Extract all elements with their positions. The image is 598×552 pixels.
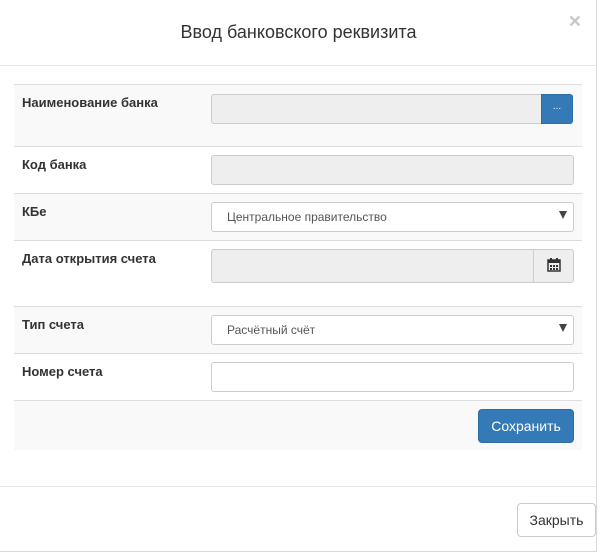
bank-code-input[interactable] xyxy=(211,155,574,185)
dialog-footer: Закрыть xyxy=(0,486,597,552)
account-type-select[interactable]: Расчётный счёт xyxy=(211,315,574,345)
kbe-label: КБе xyxy=(22,204,47,219)
row-save: Сохранить xyxy=(14,400,582,450)
account-type-label: Тип счета xyxy=(22,317,84,332)
account-number-input[interactable] xyxy=(211,362,574,392)
account-number-label: Номер счета xyxy=(22,364,103,379)
calendar-icon xyxy=(547,258,561,272)
open-date-input[interactable] xyxy=(211,249,574,283)
dialog-header: Ввод банковского реквизита × xyxy=(0,0,597,66)
date-picker-button[interactable] xyxy=(533,250,573,282)
kbe-select[interactable]: Центральное правительство xyxy=(211,202,574,232)
bank-details-form: Наименование банка ... Код банка КБе Цен… xyxy=(14,84,582,450)
row-account-type: Тип счета Расчётный счёт xyxy=(14,306,582,353)
row-account-number: Номер счета xyxy=(14,353,582,400)
dialog-title: Ввод банковского реквизита xyxy=(180,22,417,42)
save-button[interactable]: Сохранить xyxy=(478,409,574,443)
bank-name-label: Наименование банка xyxy=(22,95,158,110)
row-bank-code: Код банка xyxy=(14,146,582,193)
row-open-date: Дата открытия счета xyxy=(14,240,582,306)
row-bank-name: Наименование банка ... xyxy=(14,84,582,146)
chevron-down-icon xyxy=(559,324,567,332)
row-kbe: КБе Центральное правительство xyxy=(14,193,582,240)
chevron-down-icon xyxy=(559,211,567,219)
close-icon[interactable]: × xyxy=(569,11,581,32)
open-date-label: Дата открытия счета xyxy=(22,251,156,266)
kbe-selected-value: Центральное правительство xyxy=(227,210,387,224)
close-button[interactable]: Закрыть xyxy=(517,503,596,537)
account-type-selected-value: Расчётный счёт xyxy=(227,323,316,337)
bank-code-label: Код банка xyxy=(22,157,87,172)
bank-browse-button[interactable]: ... xyxy=(541,94,573,124)
bank-details-dialog: Ввод банковского реквизита × Наименовани… xyxy=(0,0,597,552)
bank-name-input[interactable] xyxy=(211,94,542,124)
